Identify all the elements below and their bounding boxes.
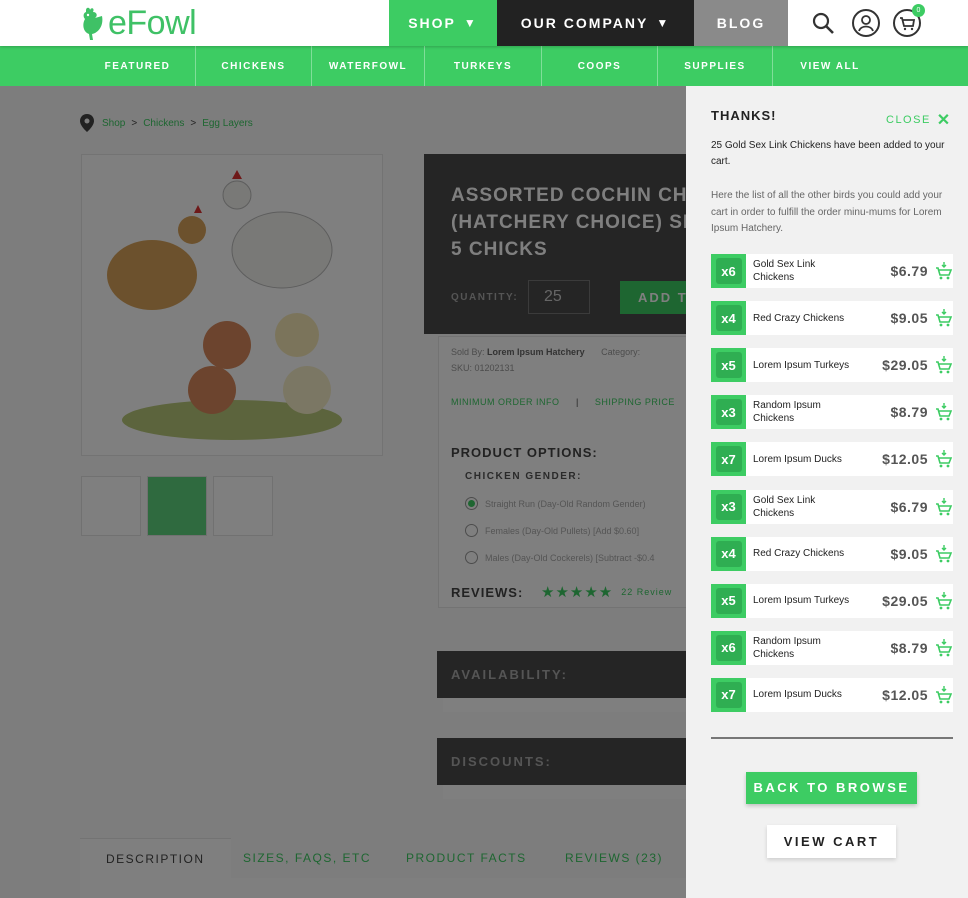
top-header: eFowl SHOP ▼ OUR COMPANY ▼ BLOG 0: [0, 0, 968, 46]
bird-thumbnail: x3: [711, 395, 746, 430]
bird-quantity: x7: [721, 451, 736, 467]
bird-price: $9.05: [890, 545, 928, 562]
bird-price: $9.05: [890, 310, 928, 327]
add-to-cart-icon[interactable]: [928, 449, 953, 469]
add-to-cart-icon[interactable]: [928, 355, 953, 375]
bird-quantity: x3: [721, 404, 736, 420]
bird-thumbnail: x3: [711, 489, 746, 524]
add-to-cart-icon[interactable]: [928, 685, 953, 705]
bird-price: $6.79: [890, 263, 928, 279]
bird-name: Lorem Ipsum Ducks: [753, 453, 842, 465]
category-nav: FEATURED CHICKENS WATERFOWL TURKEYS COOP…: [0, 46, 968, 86]
suggested-bird-item[interactable]: x4 Red Crazy Chickens $9.05: [711, 536, 953, 571]
nav-blog-label: BLOG: [716, 15, 766, 31]
category-coops[interactable]: COOPS: [542, 46, 658, 86]
bird-thumbnail: x4: [711, 301, 746, 336]
category-supplies[interactable]: SUPPLIES: [658, 46, 773, 86]
suggested-bird-item[interactable]: x5 Lorem Ipsum Turkeys $29.05: [711, 583, 953, 618]
category-turkeys[interactable]: TURKEYS: [425, 46, 542, 86]
close-button[interactable]: CLOSE ✕: [886, 110, 952, 130]
bird-price: $12.05: [882, 686, 928, 703]
add-to-cart-icon[interactable]: [928, 308, 953, 328]
add-to-cart-icon[interactable]: [928, 497, 953, 517]
account-icon[interactable]: [851, 8, 881, 38]
bird-name: Lorem Ipsum Turkeys: [753, 359, 850, 371]
bird-name: Gold Sex Link Chickens: [753, 494, 816, 519]
category-chickens[interactable]: CHICKENS: [196, 46, 312, 86]
rooster-icon: [83, 7, 103, 40]
bird-quantity: x6: [721, 263, 736, 279]
added-message: 25 Gold Sex Link Chickens have been adde…: [711, 140, 945, 167]
suggested-bird-item[interactable]: x7 Lorem Ipsum Ducks $12.05: [711, 677, 953, 712]
nav-shop-label: SHOP: [408, 15, 456, 31]
add-to-cart-icon[interactable]: [928, 261, 953, 281]
panel-title: THANKS!: [711, 108, 777, 123]
bird-thumbnail: x5: [711, 583, 746, 618]
suggested-bird-item[interactable]: x5 Lorem Ipsum Turkeys $29.05: [711, 348, 953, 383]
close-icon: ✕: [936, 112, 952, 129]
add-to-cart-icon[interactable]: [928, 591, 953, 611]
bird-quantity: x4: [721, 310, 736, 326]
bird-quantity: x4: [721, 546, 736, 562]
add-to-cart-icon[interactable]: [928, 638, 953, 658]
category-waterfowl[interactable]: WATERFOWL: [312, 46, 425, 86]
suggested-bird-item[interactable]: x3 Gold Sex Link Chickens $6.79: [711, 489, 953, 524]
suggested-bird-item[interactable]: x3 Random Ipsum Chickens $8.79: [711, 395, 953, 430]
view-cart-button[interactable]: VIEW CART: [767, 825, 896, 858]
bird-price: $12.05: [882, 451, 928, 468]
nav-blog[interactable]: BLOG: [694, 0, 788, 46]
bird-name: Lorem Ipsum Turkeys: [753, 595, 850, 607]
close-label: CLOSE: [886, 114, 931, 126]
caret-down-icon: ▼: [656, 16, 671, 30]
suggested-bird-item[interactable]: x7 Lorem Ipsum Ducks $12.05: [711, 442, 953, 477]
cart-count-badge: 0: [912, 4, 925, 17]
bird-thumbnail: x4: [711, 536, 746, 571]
bird-thumbnail: x7: [711, 442, 746, 477]
suggested-bird-item[interactable]: x6 Gold Sex Link Chickens $6.79: [711, 254, 953, 288]
bird-thumbnail: x5: [711, 348, 746, 383]
cart-side-panel: THANKS! CLOSE ✕ 25 Gold Sex Link Chicken…: [686, 86, 968, 898]
bird-thumbnail: x6: [711, 630, 746, 665]
bird-name: Gold Sex Link Chickens: [753, 259, 816, 283]
add-to-cart-icon[interactable]: [928, 402, 953, 422]
bird-price: $29.05: [882, 357, 928, 374]
caret-down-icon: ▼: [463, 16, 478, 30]
bird-price: $8.79: [890, 404, 928, 421]
nav-company-label: OUR COMPANY: [520, 15, 649, 31]
bird-price: $8.79: [890, 639, 928, 656]
logo[interactable]: eFowl: [80, 4, 197, 43]
search-icon[interactable]: [808, 8, 838, 38]
suggested-bird-item[interactable]: x6 Random Ipsum Chickens $8.79: [711, 630, 953, 665]
bird-quantity: x3: [721, 499, 736, 514]
bird-name: Lorem Ipsum Ducks: [753, 689, 842, 701]
bird-price: $29.05: [882, 592, 928, 609]
nav-shop[interactable]: SHOP ▼: [389, 0, 497, 46]
bird-name: Red Crazy Chickens: [753, 312, 845, 324]
bird-price: $6.79: [890, 498, 928, 515]
divider: [711, 737, 953, 739]
cart-icon[interactable]: 0: [892, 4, 925, 38]
logo-text: eFowl: [108, 4, 197, 42]
bird-thumbnail: x7: [711, 677, 746, 712]
nav-our-company[interactable]: OUR COMPANY ▼: [497, 0, 694, 46]
bird-quantity: x5: [721, 593, 736, 609]
bird-name: Red Crazy Chickens: [753, 548, 845, 560]
bird-thumbnail: x6: [711, 254, 746, 288]
category-featured[interactable]: FEATURED: [80, 46, 196, 86]
bird-quantity: x6: [721, 640, 736, 656]
category-view-all[interactable]: VIEW ALL: [773, 46, 887, 86]
bird-quantity: x5: [721, 357, 736, 373]
add-to-cart-icon[interactable]: [928, 544, 953, 564]
suggested-bird-item[interactable]: x4 Red Crazy Chickens $9.05: [711, 301, 953, 336]
bird-name: Random Ipsum Chickens: [753, 635, 821, 660]
bird-name: Random Ipsum Chickens: [753, 400, 821, 425]
suggestion-message: Here the list of all the other birds you…: [711, 190, 943, 234]
back-to-browse-button[interactable]: BACK TO BROWSE: [746, 772, 917, 804]
bird-quantity: x7: [721, 687, 736, 703]
